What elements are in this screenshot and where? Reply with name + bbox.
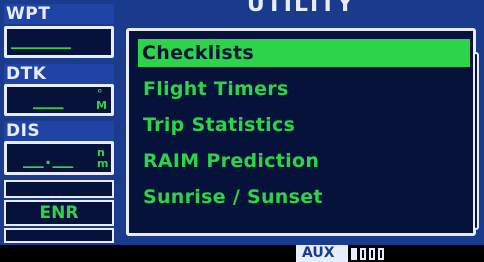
menu-item-sunrise-sunset[interactable]: Sunrise / Sunset [139, 183, 323, 211]
page-indicator-1 [351, 248, 357, 260]
menu-item-flight-timers[interactable]: Flight Timers [139, 75, 289, 103]
page-indicator-4 [378, 248, 384, 260]
wpt-field: ______ [4, 26, 114, 58]
gps-screen: WPT ______ DTK ___ ° M DIS __.__ n m ENR… [0, 0, 484, 262]
dis-field: __.__ n m [4, 141, 114, 175]
utility-page: UTILITY Checklists Flight Timers Trip St… [118, 0, 484, 245]
cdi-field-bottom [4, 228, 114, 243]
dis-value: __.__ [23, 148, 73, 169]
dtk-label: DTK [4, 64, 114, 84]
wpt-value: ______ [11, 29, 71, 50]
page-group-label: AUX [296, 245, 348, 262]
nav-sidebar: WPT ______ DTK ___ ° M DIS __.__ n m ENR [0, 0, 118, 245]
dtk-unit-magnetic: M [96, 99, 107, 112]
wpt-label: WPT [4, 4, 114, 24]
mode-annunciator: ENR [4, 200, 114, 226]
page-title: UTILITY [246, 0, 356, 17]
menu-item-trip-statistics[interactable]: Trip Statistics [139, 111, 295, 139]
dtk-value: ___ [33, 89, 63, 110]
dis-label: DIS [4, 121, 114, 141]
dtk-unit-degree: ° [97, 87, 103, 100]
scrollbar[interactable] [473, 52, 479, 230]
status-bar: AUX [0, 245, 484, 262]
menu-item-checklists[interactable]: Checklists [138, 39, 470, 67]
dis-unit-m: m [97, 157, 109, 170]
dtk-field: ___ ° M [4, 84, 114, 116]
utility-menu: Checklists Flight Timers Trip Statistics… [126, 28, 476, 236]
cdi-field-top [4, 180, 114, 198]
menu-item-raim-prediction[interactable]: RAIM Prediction [139, 147, 319, 175]
page-indicator-3 [369, 248, 375, 260]
page-indicator-2 [360, 248, 366, 260]
